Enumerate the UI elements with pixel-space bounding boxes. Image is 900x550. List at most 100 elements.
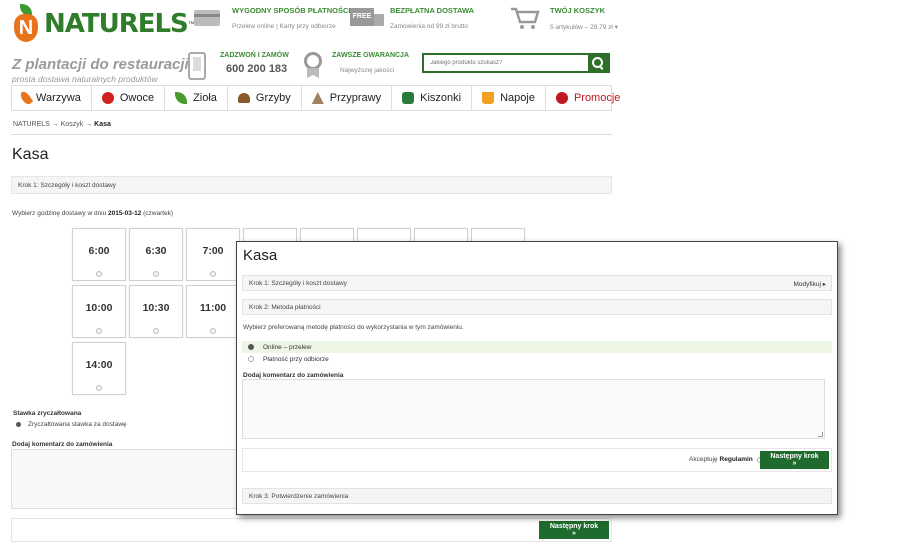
contact-guarantee: ZAWSZE GWARANCJA Najwyższej jakości [302, 52, 409, 78]
rate-title: Stawka zryczałtowana [13, 410, 82, 417]
feature-delivery-title: BEZPŁATNA DOSTAWA [390, 6, 475, 15]
jar-icon [402, 92, 415, 104]
payment-prompt: Wybierz preferowaną metodę płatności do … [243, 324, 464, 331]
nav-item-label: Napoje [500, 92, 535, 104]
cart-subtitle[interactable]: 5 artykułów – 29,79 zł ▾ [550, 23, 618, 31]
time-slot[interactable]: 14:00 [72, 342, 126, 395]
comment-title: Dodaj komentarz do zamówienia [12, 441, 113, 448]
guarantee-subtitle: Najwyższej jakości [340, 67, 395, 74]
truck-icon: FREE [350, 6, 384, 32]
search-input[interactable] [424, 55, 588, 71]
comment-title: Dodaj komentarz do zamówienia [243, 372, 344, 379]
time-slot[interactable]: 11:00 [186, 285, 240, 338]
drink-icon [482, 92, 495, 104]
comment-textarea[interactable] [11, 449, 241, 509]
logo-text: NATURELS [44, 9, 189, 39]
slot-radio[interactable] [96, 328, 102, 334]
nav-item-label: Owoce [119, 92, 155, 104]
nav-item-label: Kiszonki [420, 92, 462, 104]
slot-radio[interactable] [96, 271, 102, 277]
carrot-icon [18, 89, 34, 107]
resize-grip-icon[interactable] [818, 432, 823, 437]
breadcrumb-current: Kasa [94, 121, 111, 128]
payment-option-online[interactable]: Online – przelew [242, 341, 832, 353]
nav-item-label: Grzyby [255, 92, 291, 104]
breadcrumb: NATURELS → Koszyk → Kasa [13, 121, 111, 128]
apple-icon [101, 92, 114, 104]
nav-item-owoce[interactable]: Owoce [92, 86, 166, 110]
nav-item-label: Warzywa [36, 92, 81, 104]
medal-icon [302, 52, 324, 78]
feature-payment-subtitle: Przelew online | Karty przy odbiorze [232, 23, 336, 30]
divider [11, 134, 612, 135]
logo-carrot-icon: N [10, 4, 42, 44]
cart-summary[interactable]: TWÓJ KOSZYK 5 artykułów – 29,79 zł ▾ [510, 6, 618, 32]
feature-payment-title: WYGODNY SPOSÓB PŁATNOŚCI [232, 6, 351, 15]
slot-radio[interactable] [210, 271, 216, 277]
panel-title: Kasa [243, 247, 278, 264]
feature-delivery: FREE BEZPŁATNA DOSTAWA Zamówienia od 99 … [350, 6, 474, 32]
footer-bar [11, 518, 612, 542]
delivery-time-prompt: Wybierz godzinę dostawy w dniu 2015-03-1… [12, 210, 174, 217]
guarantee-title: ZAWSZE GWARANCJA [332, 52, 409, 59]
nav-item-label: Zioła [193, 92, 217, 104]
feature-payment: WYGODNY SPOSÓB PŁATNOŚCI Przelew online … [192, 6, 350, 32]
nav-item-ziola[interactable]: Zioła [165, 86, 228, 110]
checkout-panel: Kasa Krok 1: Szczegóły i koszt dostawy M… [236, 241, 838, 515]
slot-radio[interactable] [153, 271, 159, 277]
nav-item-warzywa[interactable]: Warzywa [12, 86, 92, 110]
payment-option-cod[interactable]: Płatność przy odbiorze [242, 353, 832, 365]
radio-icon[interactable] [248, 356, 254, 362]
step-1-header[interactable]: Krok 1: Szczegóły i koszt dostawy Modyfi… [242, 275, 832, 291]
tagline-sub: prosta dostawa naturalnych produktów [12, 74, 158, 84]
credit-card-icon [192, 6, 226, 32]
mushroom-icon [237, 93, 250, 103]
time-slot[interactable]: 7:00 [186, 228, 240, 281]
step-3-header[interactable]: Krok 3: Potwierdzenie zamówienia [242, 488, 832, 504]
modify-link[interactable]: Modyfikuj ▸ [793, 280, 826, 288]
slot-radio[interactable] [96, 385, 102, 391]
promo-icon [555, 92, 568, 104]
comment-textarea[interactable] [242, 379, 825, 439]
time-slot[interactable]: 10:30 [129, 285, 183, 338]
time-slot[interactable]: 6:30 [129, 228, 183, 281]
slot-radio[interactable] [153, 328, 159, 334]
breadcrumb-cart[interactable]: Koszyk [61, 121, 84, 128]
shopping-cart-icon[interactable] [510, 6, 544, 32]
radio-selected-icon[interactable] [248, 344, 254, 350]
phone-icon [188, 52, 206, 80]
next-step-button[interactable]: Następny krok » [539, 521, 609, 539]
rate-option[interactable]: Zryczałtowana stawka za dostawę [16, 421, 127, 428]
search-bar [422, 53, 610, 73]
category-nav: Warzywa Owoce Zioła Grzyby Przyprawy Kis… [11, 85, 620, 111]
contact-call: ZADZWOŃ I ZAMÓW 600 200 183 [188, 52, 289, 80]
tagline-main: Z plantacji do restauracji [12, 56, 189, 73]
search-icon[interactable] [588, 55, 608, 71]
spice-icon [311, 92, 324, 104]
tagline: Z plantacji do restauracji prosta dostaw… [12, 56, 189, 84]
page-title: Kasa [12, 146, 49, 163]
nav-item-promocje[interactable]: Promocje [546, 86, 630, 110]
nav-item-label: Promocje [573, 92, 621, 104]
terms-link[interactable]: Regulamin [720, 456, 753, 463]
feature-delivery-subtitle: Zamówienia od 99 zł brutto [390, 23, 469, 30]
logo[interactable]: N NATURELS ™ [10, 4, 195, 44]
breadcrumb-home[interactable]: NATURELS [13, 121, 50, 128]
time-slot[interactable]: 6:00 [72, 228, 126, 281]
nav-item-label: Przyprawy [329, 92, 382, 104]
accept-terms: Akceptuję Regulamin [689, 456, 763, 463]
herb-icon [175, 92, 188, 104]
next-step-button[interactable]: Następny krok » [760, 451, 829, 469]
slot-radio[interactable] [210, 328, 216, 334]
nav-item-grzyby[interactable]: Grzyby [228, 86, 302, 110]
nav-item-przyprawy[interactable]: Przyprawy [302, 86, 393, 110]
nav-item-kiszonki[interactable]: Kiszonki [392, 86, 473, 110]
time-slot[interactable]: 10:00 [72, 285, 126, 338]
nav-item-napoje[interactable]: Napoje [472, 86, 546, 110]
call-title: ZADZWOŃ I ZAMÓW [220, 52, 289, 59]
step-2-header[interactable]: Krok 2: Metoda płatności [242, 299, 832, 315]
step-1-header[interactable]: Krok 1: Szczegóły i koszt dostawy [11, 176, 612, 194]
call-number: 600 200 183 [226, 63, 288, 75]
radio-selected-icon[interactable] [16, 422, 21, 427]
cart-title[interactable]: TWÓJ KOSZYK [550, 6, 618, 15]
